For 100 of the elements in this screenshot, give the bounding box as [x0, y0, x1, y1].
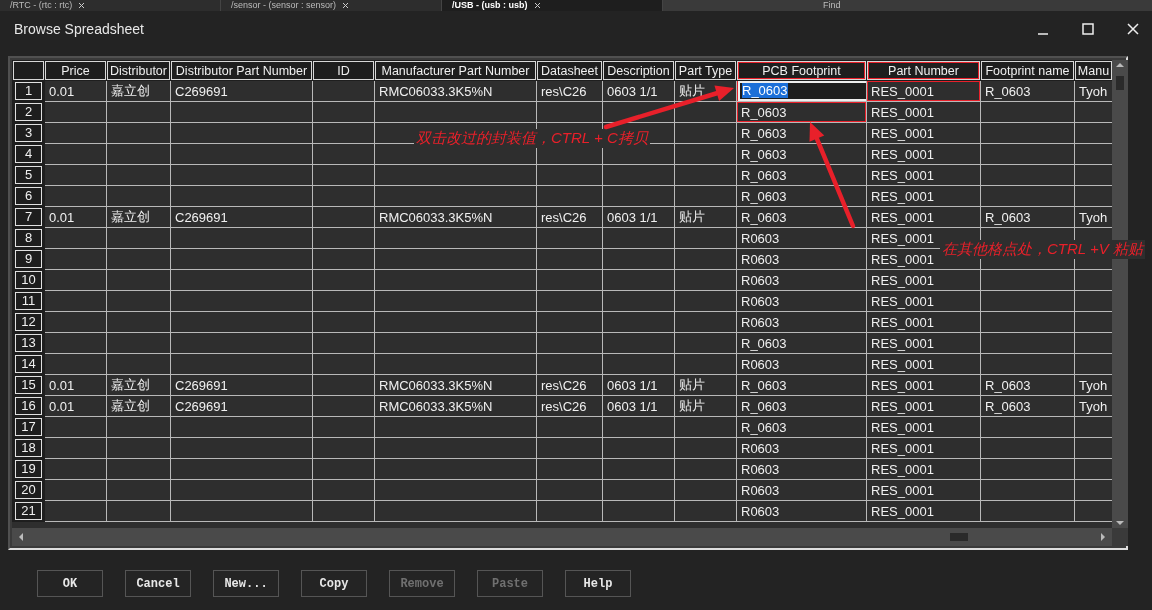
row-number[interactable]: 2 [15, 103, 42, 121]
row-number[interactable]: 14 [15, 355, 42, 373]
row-number[interactable]: 12 [15, 313, 42, 331]
dialog-button[interactable]: OK [37, 570, 103, 597]
table-cell: R_0603 [736, 143, 867, 165]
table-cell: 0603 1/1 [602, 374, 675, 396]
table-cell: R_0603 [980, 395, 1075, 417]
row-number[interactable]: 20 [15, 481, 42, 499]
table-cell: RES_0001 [866, 416, 981, 438]
row-number[interactable]: 9 [15, 250, 42, 268]
row-number[interactable]: 11 [15, 292, 42, 310]
scroll-up-icon[interactable] [1115, 60, 1125, 70]
table-cell: res\C26 [536, 374, 603, 396]
table-cell: 嘉立创 [106, 80, 171, 102]
table-cell: res\C26 [536, 80, 603, 102]
column-header[interactable]: Description [602, 60, 675, 81]
dialog-button[interactable]: Cancel [125, 570, 191, 597]
table-cell: RES_0001 [866, 185, 981, 207]
table-cell: 0603 1/1 [602, 395, 675, 417]
row-number[interactable]: 8 [15, 229, 42, 247]
dialog-button[interactable]: Copy [301, 570, 367, 597]
row-number[interactable]: 7 [15, 208, 42, 226]
editor-tab[interactable]: /sensor - (sensor : sensor) [221, 0, 442, 11]
table-cell: RES_0001 [866, 206, 981, 228]
table-cell: R0603 [736, 458, 867, 480]
table-cell: R_0603 [736, 374, 867, 396]
column-header[interactable]: Manu [1074, 60, 1112, 81]
table-cell: RMC06033.3K5%N [374, 395, 537, 417]
close-icon[interactable] [533, 2, 541, 9]
row-number[interactable]: 5 [15, 166, 42, 184]
window-title: Browse Spreadsheet [14, 21, 145, 37]
row-number[interactable]: 16 [15, 397, 42, 415]
table-cell: RES_0001 [866, 374, 981, 396]
editor-tab[interactable]: /USB - (usb : usb) [442, 0, 663, 11]
table-cell: R_0603 [736, 164, 867, 186]
column-header[interactable]: Footprint name [980, 60, 1075, 81]
scroll-right-icon[interactable] [1098, 532, 1108, 542]
dialog-button[interactable]: Help [565, 570, 631, 597]
scroll-thumb[interactable] [950, 533, 968, 541]
table-cell: RES_0001 [866, 479, 981, 501]
close-icon[interactable] [78, 2, 86, 9]
table-cell: 嘉立创 [106, 206, 171, 228]
table-cell: RMC06033.3K5%N [374, 80, 537, 102]
row-number[interactable]: 17 [15, 418, 42, 436]
table-cell: R0603 [736, 479, 867, 501]
row-number[interactable]: 19 [15, 460, 42, 478]
row-number[interactable]: 6 [15, 187, 42, 205]
table-cell: RMC06033.3K5%N [374, 206, 537, 228]
column-header[interactable]: Datasheet [536, 60, 603, 81]
table-cell: 0603 1/1 [602, 80, 675, 102]
table-cell: RES_0001 [866, 458, 981, 480]
row-number[interactable]: 1 [15, 82, 42, 100]
table-cell: 贴片 [674, 206, 737, 228]
scroll-thumb[interactable] [1116, 76, 1124, 90]
table-cell: C269691 [170, 395, 313, 417]
table-cell: C269691 [170, 206, 313, 228]
table-cell: 0.01 [44, 80, 107, 102]
column-header[interactable]: PCB Footprint [736, 60, 867, 81]
dialog-button[interactable]: New... [213, 570, 279, 597]
row-number[interactable]: 3 [15, 124, 42, 142]
table-cell: 贴片 [674, 374, 737, 396]
table-cell: 贴片 [674, 395, 737, 417]
table-cell: 嘉立创 [106, 374, 171, 396]
table-cell: R_0603 [980, 206, 1075, 228]
cell-editor[interactable]: R_0603 [738, 81, 866, 101]
maximize-icon[interactable] [1081, 22, 1095, 36]
column-header[interactable]: Distributor Part Number [170, 60, 313, 81]
table-cell: R_0603 [736, 332, 867, 354]
table-cell: RES_0001 [866, 80, 981, 102]
editor-tab[interactable]: /RTC - (rtc : rtc) [0, 0, 221, 11]
table-cell: RES_0001 [866, 332, 981, 354]
table-cell: R_0603 [980, 80, 1075, 102]
column-header[interactable]: Distributor [106, 60, 171, 81]
column-header[interactable]: Part Type [674, 60, 737, 81]
row-number[interactable]: 13 [15, 334, 42, 352]
row-number[interactable]: 4 [15, 145, 42, 163]
table-cell: RES_0001 [866, 353, 981, 375]
row-number[interactable]: 21 [15, 502, 42, 520]
table-cell: R0603 [736, 248, 867, 270]
table-cell: R0603 [736, 269, 867, 291]
column-header[interactable]: Part Number [866, 60, 981, 81]
table-cell: R0603 [736, 290, 867, 312]
table-cell: RES_0001 [866, 122, 981, 144]
table-cell: RES_0001 [866, 395, 981, 417]
close-icon[interactable] [342, 2, 350, 9]
table-cell: R_0603 [736, 395, 867, 417]
table-cell: R_0603 [980, 374, 1075, 396]
editor-tab[interactable]: Find [813, 0, 851, 11]
row-number[interactable]: 18 [15, 439, 42, 457]
column-header[interactable]: Price [44, 60, 107, 81]
row-number[interactable]: 15 [15, 376, 42, 394]
row-number[interactable]: 10 [15, 271, 42, 289]
column-header[interactable]: ID [312, 60, 375, 81]
table-cell: R0603 [736, 353, 867, 375]
table-cell: R_0603 [736, 185, 867, 207]
column-header[interactable]: Manufacturer Part Number [374, 60, 537, 81]
table-cell: C269691 [170, 80, 313, 102]
table-cell: RES_0001 [866, 269, 981, 291]
table-cell: 0.01 [44, 206, 107, 228]
horizontal-scrollbar[interactable] [12, 528, 1112, 546]
